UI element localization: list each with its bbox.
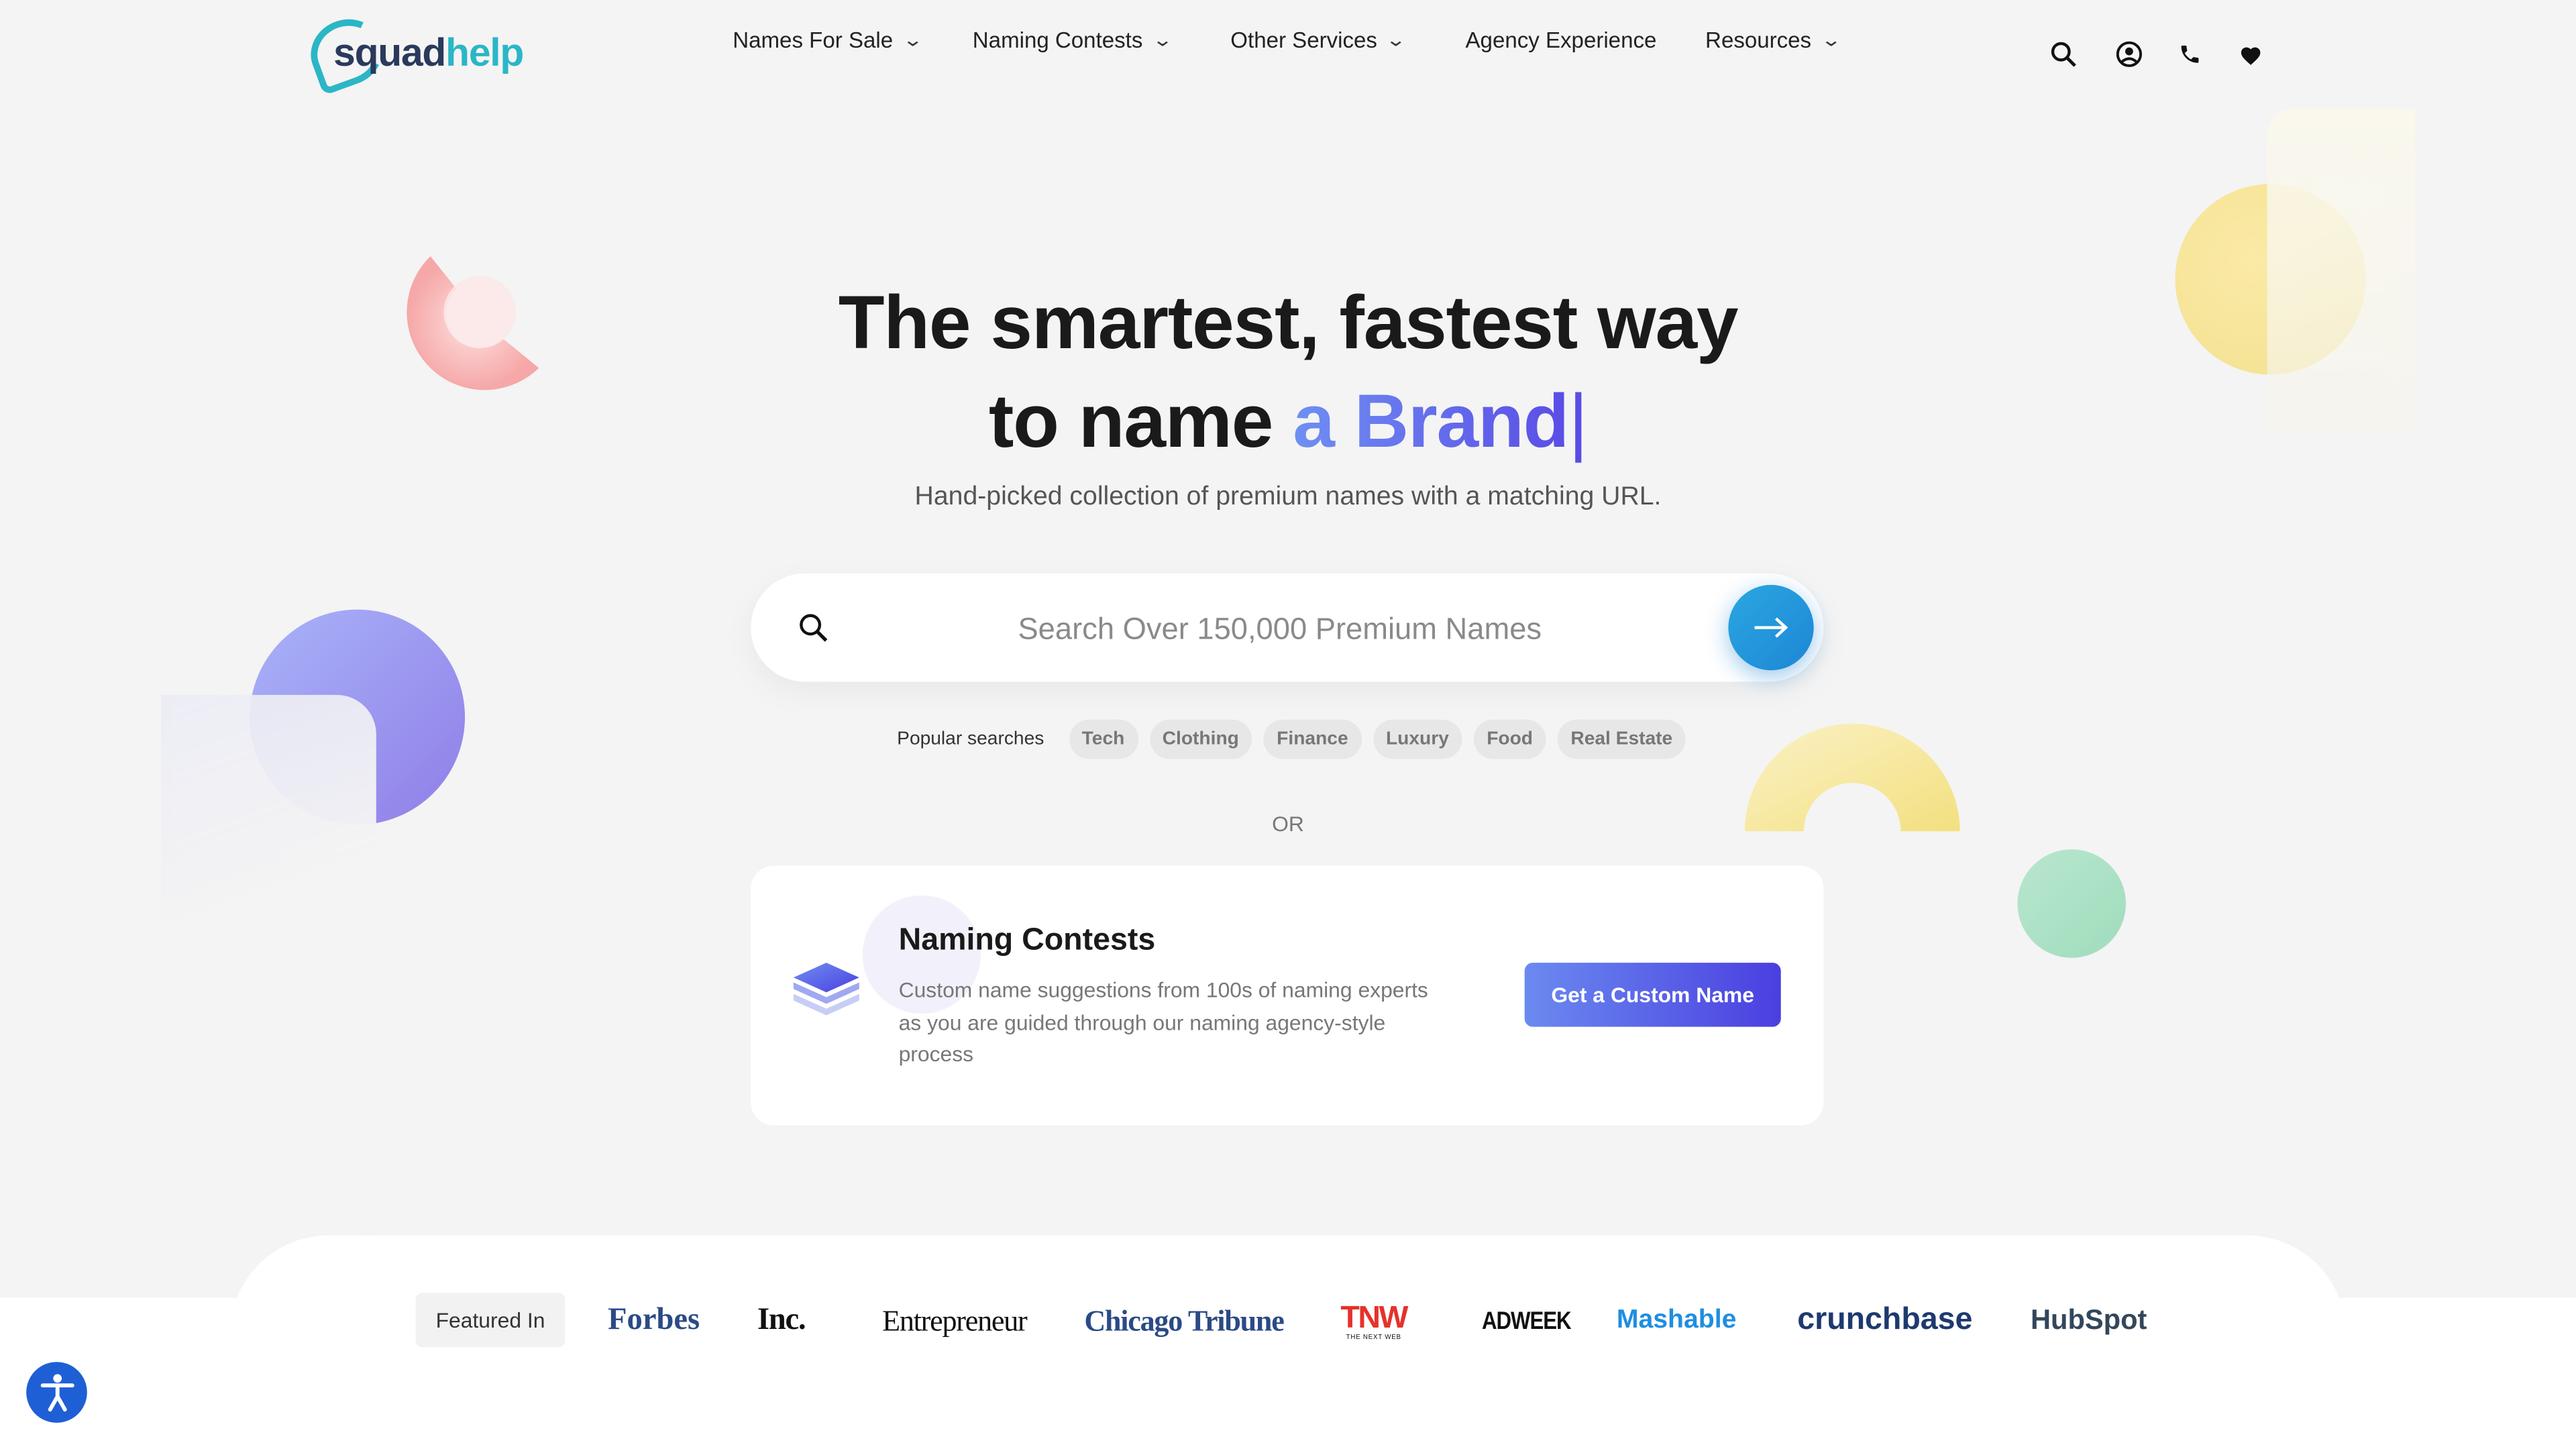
deco-glass-panel-left xyxy=(161,694,376,1238)
chip-tech[interactable]: Tech xyxy=(1069,719,1138,759)
accessibility-button[interactable] xyxy=(26,1362,87,1423)
hero-title-line2: to name a Brand| xyxy=(988,378,1589,464)
chip-food[interactable]: Food xyxy=(1473,719,1546,759)
chip-clothing[interactable]: Clothing xyxy=(1149,719,1252,759)
brand-crunchbase-logo: crunchbase xyxy=(1797,1303,1973,1338)
hero-subtitle: Hand-picked collection of premium names … xyxy=(914,483,1662,511)
chevron-down-icon: ⌄ xyxy=(901,30,923,50)
nav-other-services[interactable]: Other Services ⌄ xyxy=(1230,27,1407,52)
heart-icon[interactable] xyxy=(2236,40,2265,69)
logo-wordmark: squadhelp xyxy=(333,31,524,76)
nav-resources[interactable]: Resources ⌄ xyxy=(1705,27,1841,52)
search-icon xyxy=(800,614,828,642)
chevron-down-icon: ⌄ xyxy=(1385,30,1407,50)
deco-green-circle xyxy=(2017,849,2127,958)
nav-naming-contests[interactable]: Naming Contests ⌄ xyxy=(973,27,1173,52)
get-custom-name-button[interactable]: Get a Custom Name xyxy=(1524,963,1781,1027)
chip-finance[interactable]: Finance xyxy=(1263,719,1362,759)
user-icon[interactable] xyxy=(2114,40,2144,69)
brand-inc-logo: Inc. xyxy=(757,1303,806,1338)
popular-searches: Popular searches Tech Clothing Finance L… xyxy=(897,719,1697,759)
naming-contests-card: Naming Contests Custom name suggestions … xyxy=(751,865,1824,1126)
chip-real-estate[interactable]: Real Estate xyxy=(1557,719,1686,759)
accessibility-icon xyxy=(40,1373,74,1411)
chevron-down-icon: ⌄ xyxy=(1819,30,1841,50)
brand-mashable-logo: Mashable xyxy=(1616,1305,1737,1334)
search-bar xyxy=(751,573,1824,682)
search-icon[interactable] xyxy=(2049,40,2078,69)
hero-title-line1: The smartest, fastest way xyxy=(838,279,1739,365)
hero-title-accent: a Brand xyxy=(1293,378,1569,464)
featured-in-label: Featured In xyxy=(415,1293,566,1348)
or-divider: OR xyxy=(1272,811,1304,837)
card-title: Naming Contests xyxy=(898,923,1156,958)
squadhelp-logo[interactable]: squadhelp xyxy=(301,9,524,96)
brand-hubspot-logo: HubSpot xyxy=(2030,1304,2147,1336)
typing-caret: | xyxy=(1568,378,1588,464)
brand-tnw-logo: TNW THE NEXT WEB xyxy=(1340,1300,1408,1340)
nav-agency-experience[interactable]: Agency Experience xyxy=(1466,27,1657,52)
brand-entrepreneur-logo: Entrepreneur xyxy=(882,1303,1028,1337)
featured-bar xyxy=(0,1297,2576,1449)
nav-names-for-sale[interactable]: Names For Sale ⌄ xyxy=(733,27,923,52)
arrow-right-icon xyxy=(1754,617,1788,638)
search-input[interactable] xyxy=(849,596,1711,662)
card-description: Custom name suggestions from 100s of nam… xyxy=(898,977,1428,1067)
brand-chicago-tribune-logo: Chicago Tribune xyxy=(1084,1303,1284,1337)
tnw-subtitle: THE NEXT WEB xyxy=(1346,1331,1401,1340)
popular-searches-label: Popular searches xyxy=(897,729,1044,749)
phone-icon[interactable] xyxy=(2175,40,2204,69)
brand-adweek-logo: ADWEEK xyxy=(1481,1307,1572,1335)
chip-luxury[interactable]: Luxury xyxy=(1373,719,1462,759)
search-submit-button[interactable] xyxy=(1728,584,1814,671)
chevron-down-icon: ⌄ xyxy=(1151,30,1173,50)
layers-icon xyxy=(793,963,859,1016)
hero-title: The smartest, fastest way to name a Bran… xyxy=(0,273,2576,470)
brand-forbes-logo: Forbes xyxy=(608,1303,700,1338)
